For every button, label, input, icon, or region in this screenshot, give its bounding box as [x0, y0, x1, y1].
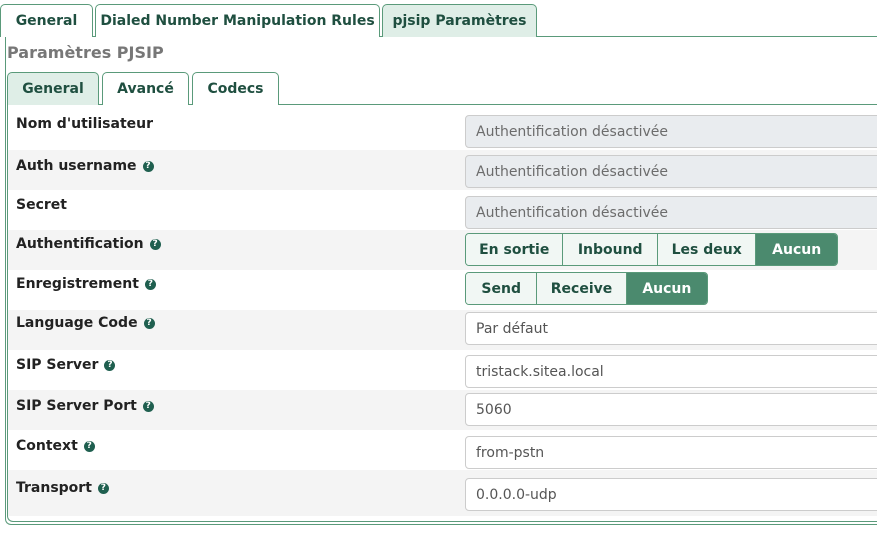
auth-option-inbound[interactable]: Inbound: [563, 234, 658, 265]
label-text: Context: [16, 438, 78, 454]
tab-general[interactable]: General: [0, 4, 93, 37]
label-sip-server: SIP Server?: [16, 357, 116, 373]
label-text: Authentification: [16, 236, 144, 252]
reg-option-receive[interactable]: Receive: [537, 273, 627, 304]
label-secret: Secret: [16, 197, 67, 213]
transport-select[interactable]: 0.0.0.0-udp: [465, 478, 877, 511]
reg-option-send[interactable]: Send: [466, 273, 538, 304]
help-icon[interactable]: ?: [143, 317, 155, 329]
subtab-general[interactable]: General: [7, 72, 99, 105]
subtab-avance[interactable]: Avancé: [102, 72, 189, 105]
enregistrement-radio-group: Send Receive Aucun: [465, 272, 708, 305]
help-icon[interactable]: ?: [144, 278, 156, 290]
label-language-code: Language Code?: [16, 315, 155, 331]
help-icon[interactable]: ?: [149, 238, 161, 250]
top-tab-bar: General Dialed Number Manipulation Rules…: [0, 4, 877, 37]
secret-field[interactable]: Authentification désactivée: [465, 196, 877, 229]
language-code-select[interactable]: Par défaut: [465, 312, 877, 345]
help-icon[interactable]: ?: [142, 160, 154, 172]
label-text: Nom d'utilisateur: [16, 116, 153, 132]
context-input[interactable]: from-pstn: [465, 436, 877, 469]
sip-server-port-input[interactable]: 5060: [465, 393, 877, 426]
label-nom-utilisateur: Nom d'utilisateur: [16, 116, 153, 132]
label-text: Enregistrement: [16, 276, 139, 292]
help-icon[interactable]: ?: [83, 440, 95, 452]
label-text: Auth username: [16, 158, 137, 174]
row-enregistrement: Enregistrement?: [8, 270, 877, 310]
label-text: Secret: [16, 197, 67, 213]
label-text: Transport: [16, 480, 92, 496]
sip-server-input[interactable]: tristack.sitea.local: [465, 355, 877, 388]
reg-option-aucun[interactable]: Aucun: [626, 273, 707, 304]
label-authentification: Authentification?: [16, 236, 161, 252]
label-enregistrement: Enregistrement?: [16, 276, 156, 292]
label-sip-server-port: SIP Server Port?: [16, 398, 154, 414]
auth-option-aucun[interactable]: Aucun: [756, 234, 837, 265]
auth-username-field[interactable]: Authentification désactivée: [465, 155, 877, 188]
label-text: SIP Server Port: [16, 398, 137, 414]
help-icon[interactable]: ?: [142, 400, 154, 412]
help-icon[interactable]: ?: [97, 482, 109, 494]
label-text: SIP Server: [16, 357, 99, 373]
help-icon[interactable]: ?: [104, 359, 116, 371]
subtab-codecs[interactable]: Codecs: [192, 72, 279, 105]
auth-option-en-sortie[interactable]: En sortie: [466, 234, 564, 265]
tab-dialed-number-manipulation-rules[interactable]: Dialed Number Manipulation Rules: [95, 4, 380, 37]
auth-option-les-deux[interactable]: Les deux: [657, 234, 757, 265]
section-title: Paramètres PJSIP: [7, 43, 164, 62]
nom-utilisateur-field[interactable]: Authentification désactivée: [465, 115, 877, 148]
label-context: Context?: [16, 438, 95, 454]
label-transport: Transport?: [16, 480, 109, 496]
sub-tab-bar: General Avancé Codecs: [7, 72, 877, 105]
authentification-radio-group: En sortie Inbound Les deux Aucun: [465, 233, 838, 266]
label-auth-username: Auth username?: [16, 158, 154, 174]
label-text: Language Code: [16, 315, 138, 331]
tab-pjsip-parametres[interactable]: pjsip Paramètres: [382, 4, 537, 37]
